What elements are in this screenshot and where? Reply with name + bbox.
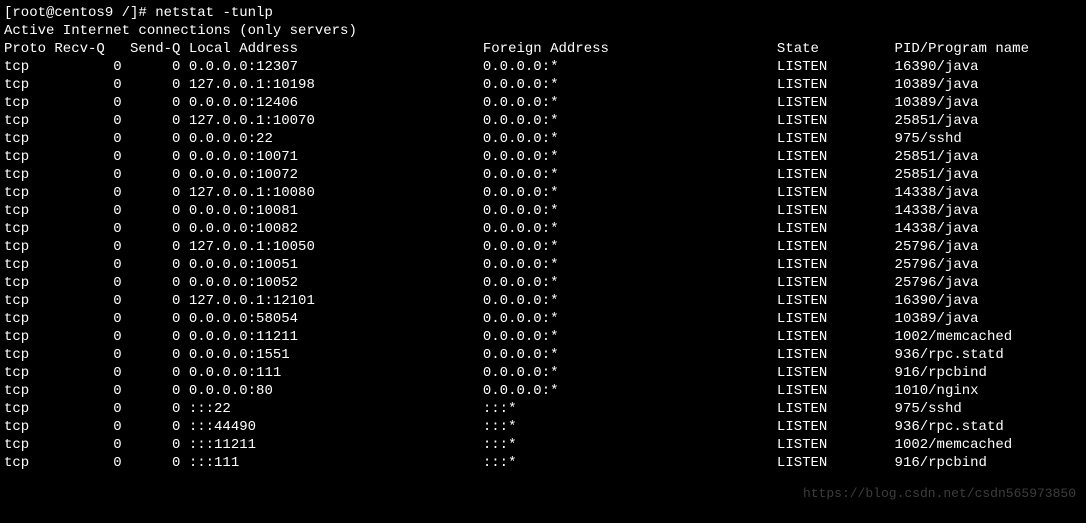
table-row: tcp 0 0 127.0.0.1:10070 0.0.0.0:* LISTEN…	[4, 112, 1082, 130]
table-row: tcp 0 0 0.0.0.0:111 0.0.0.0:* LISTEN 916…	[4, 364, 1082, 382]
table-row: tcp 0 0 0.0.0.0:1551 0.0.0.0:* LISTEN 93…	[4, 346, 1082, 364]
table-row: tcp 0 0 0.0.0.0:11211 0.0.0.0:* LISTEN 1…	[4, 328, 1082, 346]
table-row: tcp 0 0 0.0.0.0:12307 0.0.0.0:* LISTEN 1…	[4, 58, 1082, 76]
table-row: tcp 0 0 0.0.0.0:10081 0.0.0.0:* LISTEN 1…	[4, 202, 1082, 220]
table-row: tcp 0 0 127.0.0.1:12101 0.0.0.0:* LISTEN…	[4, 292, 1082, 310]
table-row: tcp 0 0 0.0.0.0:10072 0.0.0.0:* LISTEN 2…	[4, 166, 1082, 184]
table-row: tcp 0 0 127.0.0.1:10050 0.0.0.0:* LISTEN…	[4, 238, 1082, 256]
table-row: tcp 0 0 127.0.0.1:10080 0.0.0.0:* LISTEN…	[4, 184, 1082, 202]
command-text: netstat -tunlp	[155, 5, 273, 21]
table-row: tcp 0 0 0.0.0.0:10051 0.0.0.0:* LISTEN 2…	[4, 256, 1082, 274]
connections-title: Active Internet connections (only server…	[4, 22, 1082, 40]
table-row: tcp 0 0 0.0.0.0:10052 0.0.0.0:* LISTEN 2…	[4, 274, 1082, 292]
table-row: tcp 0 0 0.0.0.0:58054 0.0.0.0:* LISTEN 1…	[4, 310, 1082, 328]
shell-prompt: [root@centos9 /]#	[4, 5, 155, 21]
watermark-text: https://blog.csdn.net/csdn565973850	[803, 485, 1076, 503]
table-row: tcp 0 0 0.0.0.0:22 0.0.0.0:* LISTEN 975/…	[4, 130, 1082, 148]
table-header: Proto Recv-Q Send-Q Local Address Foreig…	[4, 40, 1082, 58]
table-row: tcp 0 0 :::11211 :::* LISTEN 1002/memcac…	[4, 436, 1082, 454]
table-row: tcp 0 0 0.0.0.0:10071 0.0.0.0:* LISTEN 2…	[4, 148, 1082, 166]
table-row: tcp 0 0 127.0.0.1:10198 0.0.0.0:* LISTEN…	[4, 76, 1082, 94]
table-row: tcp 0 0 0.0.0.0:12406 0.0.0.0:* LISTEN 1…	[4, 94, 1082, 112]
terminal-output[interactable]: [root@centos9 /]# netstat -tunlpActive I…	[4, 4, 1082, 472]
table-row: tcp 0 0 0.0.0.0:80 0.0.0.0:* LISTEN 1010…	[4, 382, 1082, 400]
table-row: tcp 0 0 0.0.0.0:10082 0.0.0.0:* LISTEN 1…	[4, 220, 1082, 238]
prompt-line: [root@centos9 /]# netstat -tunlp	[4, 4, 1082, 22]
table-row: tcp 0 0 :::111 :::* LISTEN 916/rpcbind	[4, 454, 1082, 472]
table-row: tcp 0 0 :::22 :::* LISTEN 975/sshd	[4, 400, 1082, 418]
table-row: tcp 0 0 :::44490 :::* LISTEN 936/rpc.sta…	[4, 418, 1082, 436]
